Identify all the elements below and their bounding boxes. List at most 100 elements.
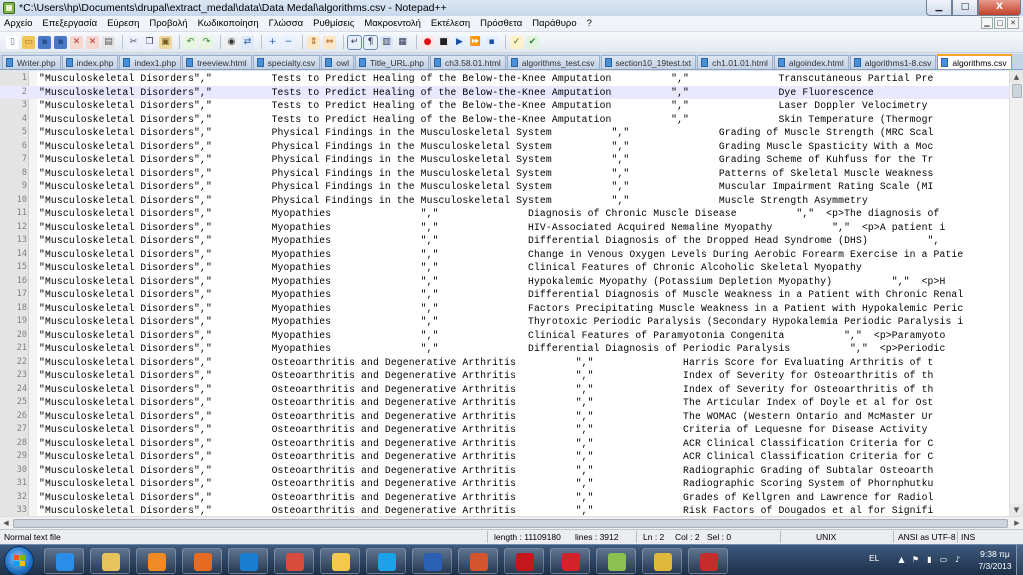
editor-line[interactable]: 4 "Musculoskeletal Disorders"," Tests to … <box>0 113 1009 127</box>
menu-item[interactable]: Επεξεργασία <box>42 18 97 29</box>
doc-restore-icon[interactable]: □ <box>994 17 1006 29</box>
editor-line[interactable]: 6 "Musculoskeletal Disorders"," Physical … <box>0 140 1009 154</box>
line-text[interactable]: "Musculoskeletal Disorders"," Myopathies… <box>39 234 939 248</box>
play-macro-icon[interactable]: ▶ <box>453 35 466 49</box>
line-text[interactable]: "Musculoskeletal Disorders"," Myopathies… <box>39 342 945 356</box>
tab-document[interactable]: treeview.html <box>182 55 252 69</box>
editor-line[interactable]: 20 "Musculoskeletal Disorders"," Myopathi… <box>0 329 1009 343</box>
menu-item[interactable]: Παράθυρο <box>532 18 576 29</box>
word-wrap-icon[interactable]: ↵ <box>347 34 362 50</box>
user-language-icon[interactable]: ▦ <box>396 35 409 49</box>
editor-line[interactable]: 28 "Musculoskeletal Disorders"," Osteoart… <box>0 437 1009 451</box>
menu-item[interactable]: ? <box>587 18 592 29</box>
line-text[interactable]: "Musculoskeletal Disorders"," Osteoarthr… <box>39 491 934 505</box>
text-editor[interactable]: 1 "Musculoskeletal Disorders"," Tests to … <box>0 71 1023 516</box>
menu-item[interactable]: Εύρεση <box>107 18 139 29</box>
taskbar-app-file-explorer[interactable] <box>90 548 130 574</box>
editor-line[interactable]: 12 "Musculoskeletal Disorders"," Myopathi… <box>0 221 1009 235</box>
editor-line[interactable]: 25 "Musculoskeletal Disorders"," Osteoart… <box>0 396 1009 410</box>
horizontal-scrollbar[interactable]: ◀ ▶ <box>0 516 1023 529</box>
find-icon[interactable]: ◉ <box>225 35 238 49</box>
tab-document[interactable]: specialty.csv <box>252 55 321 69</box>
editor-line[interactable]: 2 "Musculoskeletal Disorders"," Tests to … <box>0 85 1009 99</box>
tab-document[interactable]: algoindex.html <box>773 55 849 69</box>
sync-vertical-icon[interactable]: ⇕ <box>307 35 320 49</box>
tab-document[interactable]: algorithms_test.csv <box>506 55 600 69</box>
line-text[interactable]: "Musculoskeletal Disorders"," Tests to P… <box>39 113 934 127</box>
menu-item[interactable]: Γλώσσα <box>269 18 303 29</box>
editor-line[interactable]: 19 "Musculoskeletal Disorders"," Myopathi… <box>0 315 1009 329</box>
line-text[interactable]: "Musculoskeletal Disorders"," Osteoarthr… <box>39 356 934 370</box>
menu-item[interactable]: Αρχείο <box>4 18 32 29</box>
taskbar-app-messenger[interactable] <box>320 548 360 574</box>
taskbar-app-internet-explorer[interactable] <box>44 548 84 574</box>
line-text[interactable]: "Musculoskeletal Disorders"," Osteoarthr… <box>39 396 934 410</box>
clock-time[interactable]: 9:38 πμ <box>975 549 1015 559</box>
show-all-chars-icon[interactable]: ¶ <box>363 34 378 50</box>
taskbar-app-powerpoint[interactable] <box>458 548 498 574</box>
menu-item[interactable]: Κωδικοποίηση <box>198 18 259 29</box>
line-text[interactable]: "Musculoskeletal Disorders"," Osteoarthr… <box>39 477 934 491</box>
show-desktop-button[interactable] <box>1016 545 1023 575</box>
tab-document[interactable]: index1.php <box>119 55 182 69</box>
clock-date[interactable]: 7/3/2013 <box>975 561 1015 571</box>
line-text[interactable]: "Musculoskeletal Disorders"," Myopathies… <box>39 261 862 275</box>
line-text[interactable]: "Musculoskeletal Disorders"," Myopathies… <box>39 275 945 289</box>
save-macro-icon[interactable]: ▪ <box>485 35 498 49</box>
undo-icon[interactable]: ↶ <box>184 35 197 49</box>
line-text[interactable]: "Musculoskeletal Disorders"," Osteoarthr… <box>39 464 934 478</box>
start-button[interactable] <box>4 546 34 575</box>
tab-document[interactable]: algorithms1-8.csv <box>849 55 937 69</box>
tab-document[interactable]: Writer.php <box>2 55 61 69</box>
line-text[interactable]: "Musculoskeletal Disorders"," Physical F… <box>39 167 934 181</box>
tab-document[interactable]: index.php <box>61 55 119 69</box>
zoom-out-icon[interactable]: − <box>282 35 295 49</box>
editor-line[interactable]: 22 "Musculoskeletal Disorders"," Osteoart… <box>0 356 1009 370</box>
paste-icon[interactable]: ▣ <box>159 35 172 49</box>
tab-document[interactable]: ch3.58.01.html <box>430 55 506 69</box>
editor-line[interactable]: 21 "Musculoskeletal Disorders"," Myopathi… <box>0 342 1009 356</box>
editor-line[interactable]: 17 "Musculoskeletal Disorders"," Myopathi… <box>0 288 1009 302</box>
horizontal-scroll-thumb[interactable] <box>13 519 1008 528</box>
editor-line[interactable]: 23 "Musculoskeletal Disorders"," Osteoart… <box>0 369 1009 383</box>
editor-line[interactable]: 26 "Musculoskeletal Disorders"," Osteoart… <box>0 410 1009 424</box>
doc-close-icon[interactable]: ✕ <box>1007 17 1019 29</box>
status-eol-format[interactable]: UNIX <box>816 530 836 544</box>
taskbar-app-notepadpp[interactable] <box>596 548 636 574</box>
editor-line[interactable]: 33 "Musculoskeletal Disorders"," Osteoart… <box>0 504 1009 516</box>
save-all-icon[interactable]: ▪ <box>54 35 67 49</box>
vertical-scroll-thumb[interactable] <box>1012 84 1022 98</box>
taskbar-app-hp[interactable] <box>228 548 268 574</box>
replace-icon[interactable]: ⇄ <box>241 35 254 49</box>
maximize-button[interactable]: □ <box>952 0 978 16</box>
copy-icon[interactable]: ❐ <box>143 35 156 49</box>
print-icon[interactable]: ▤ <box>102 35 115 49</box>
taskbar-app-pdf-reader[interactable] <box>688 548 728 574</box>
editor-line[interactable]: 24 "Musculoskeletal Disorders"," Osteoart… <box>0 383 1009 397</box>
line-text[interactable]: "Musculoskeletal Disorders"," Physical F… <box>39 194 868 208</box>
editor-line[interactable]: 9 "Musculoskeletal Disorders"," Physical … <box>0 180 1009 194</box>
line-text[interactable]: "Musculoskeletal Disorders"," Osteoarthr… <box>39 504 934 516</box>
minimize-button[interactable]: ▁ <box>926 0 952 16</box>
open-file-icon[interactable]: ▭ <box>22 35 35 49</box>
line-text[interactable]: "Musculoskeletal Disorders"," Physical F… <box>39 140 934 154</box>
taskbar-app-paint[interactable] <box>274 548 314 574</box>
taskbar-app-pdf[interactable] <box>550 548 590 574</box>
line-text[interactable]: "Musculoskeletal Disorders"," Myopathies… <box>39 302 963 316</box>
close-all-icon[interactable]: ✕ <box>86 35 99 49</box>
editor-line[interactable]: 32 "Musculoskeletal Disorders"," Osteoart… <box>0 491 1009 505</box>
tray-network-icon[interactable]: ▮ <box>925 555 934 564</box>
line-text[interactable]: "Musculoskeletal Disorders"," Osteoarthr… <box>39 383 934 397</box>
menu-item[interactable]: Ρυθμίσεις <box>313 18 354 29</box>
tab-document[interactable]: Title_URL.php <box>355 55 430 69</box>
indent-guide-icon[interactable]: ▥ <box>380 35 393 49</box>
doc-minimize-icon[interactable]: ▁ <box>981 17 993 29</box>
editor-line[interactable]: 16 "Musculoskeletal Disorders"," Myopathi… <box>0 275 1009 289</box>
menu-item[interactable]: Προβολή <box>149 18 187 29</box>
new-file-icon[interactable]: ▯ <box>6 35 19 49</box>
tab-document[interactable]: algorithms.csv <box>937 54 1012 69</box>
taskbar-app-chrome[interactable] <box>642 548 682 574</box>
line-text[interactable]: "Musculoskeletal Disorders"," Physical F… <box>39 126 934 140</box>
line-text[interactable]: "Musculoskeletal Disorders"," Physical F… <box>39 180 934 194</box>
editor-line[interactable]: 30 "Musculoskeletal Disorders"," Osteoart… <box>0 464 1009 478</box>
